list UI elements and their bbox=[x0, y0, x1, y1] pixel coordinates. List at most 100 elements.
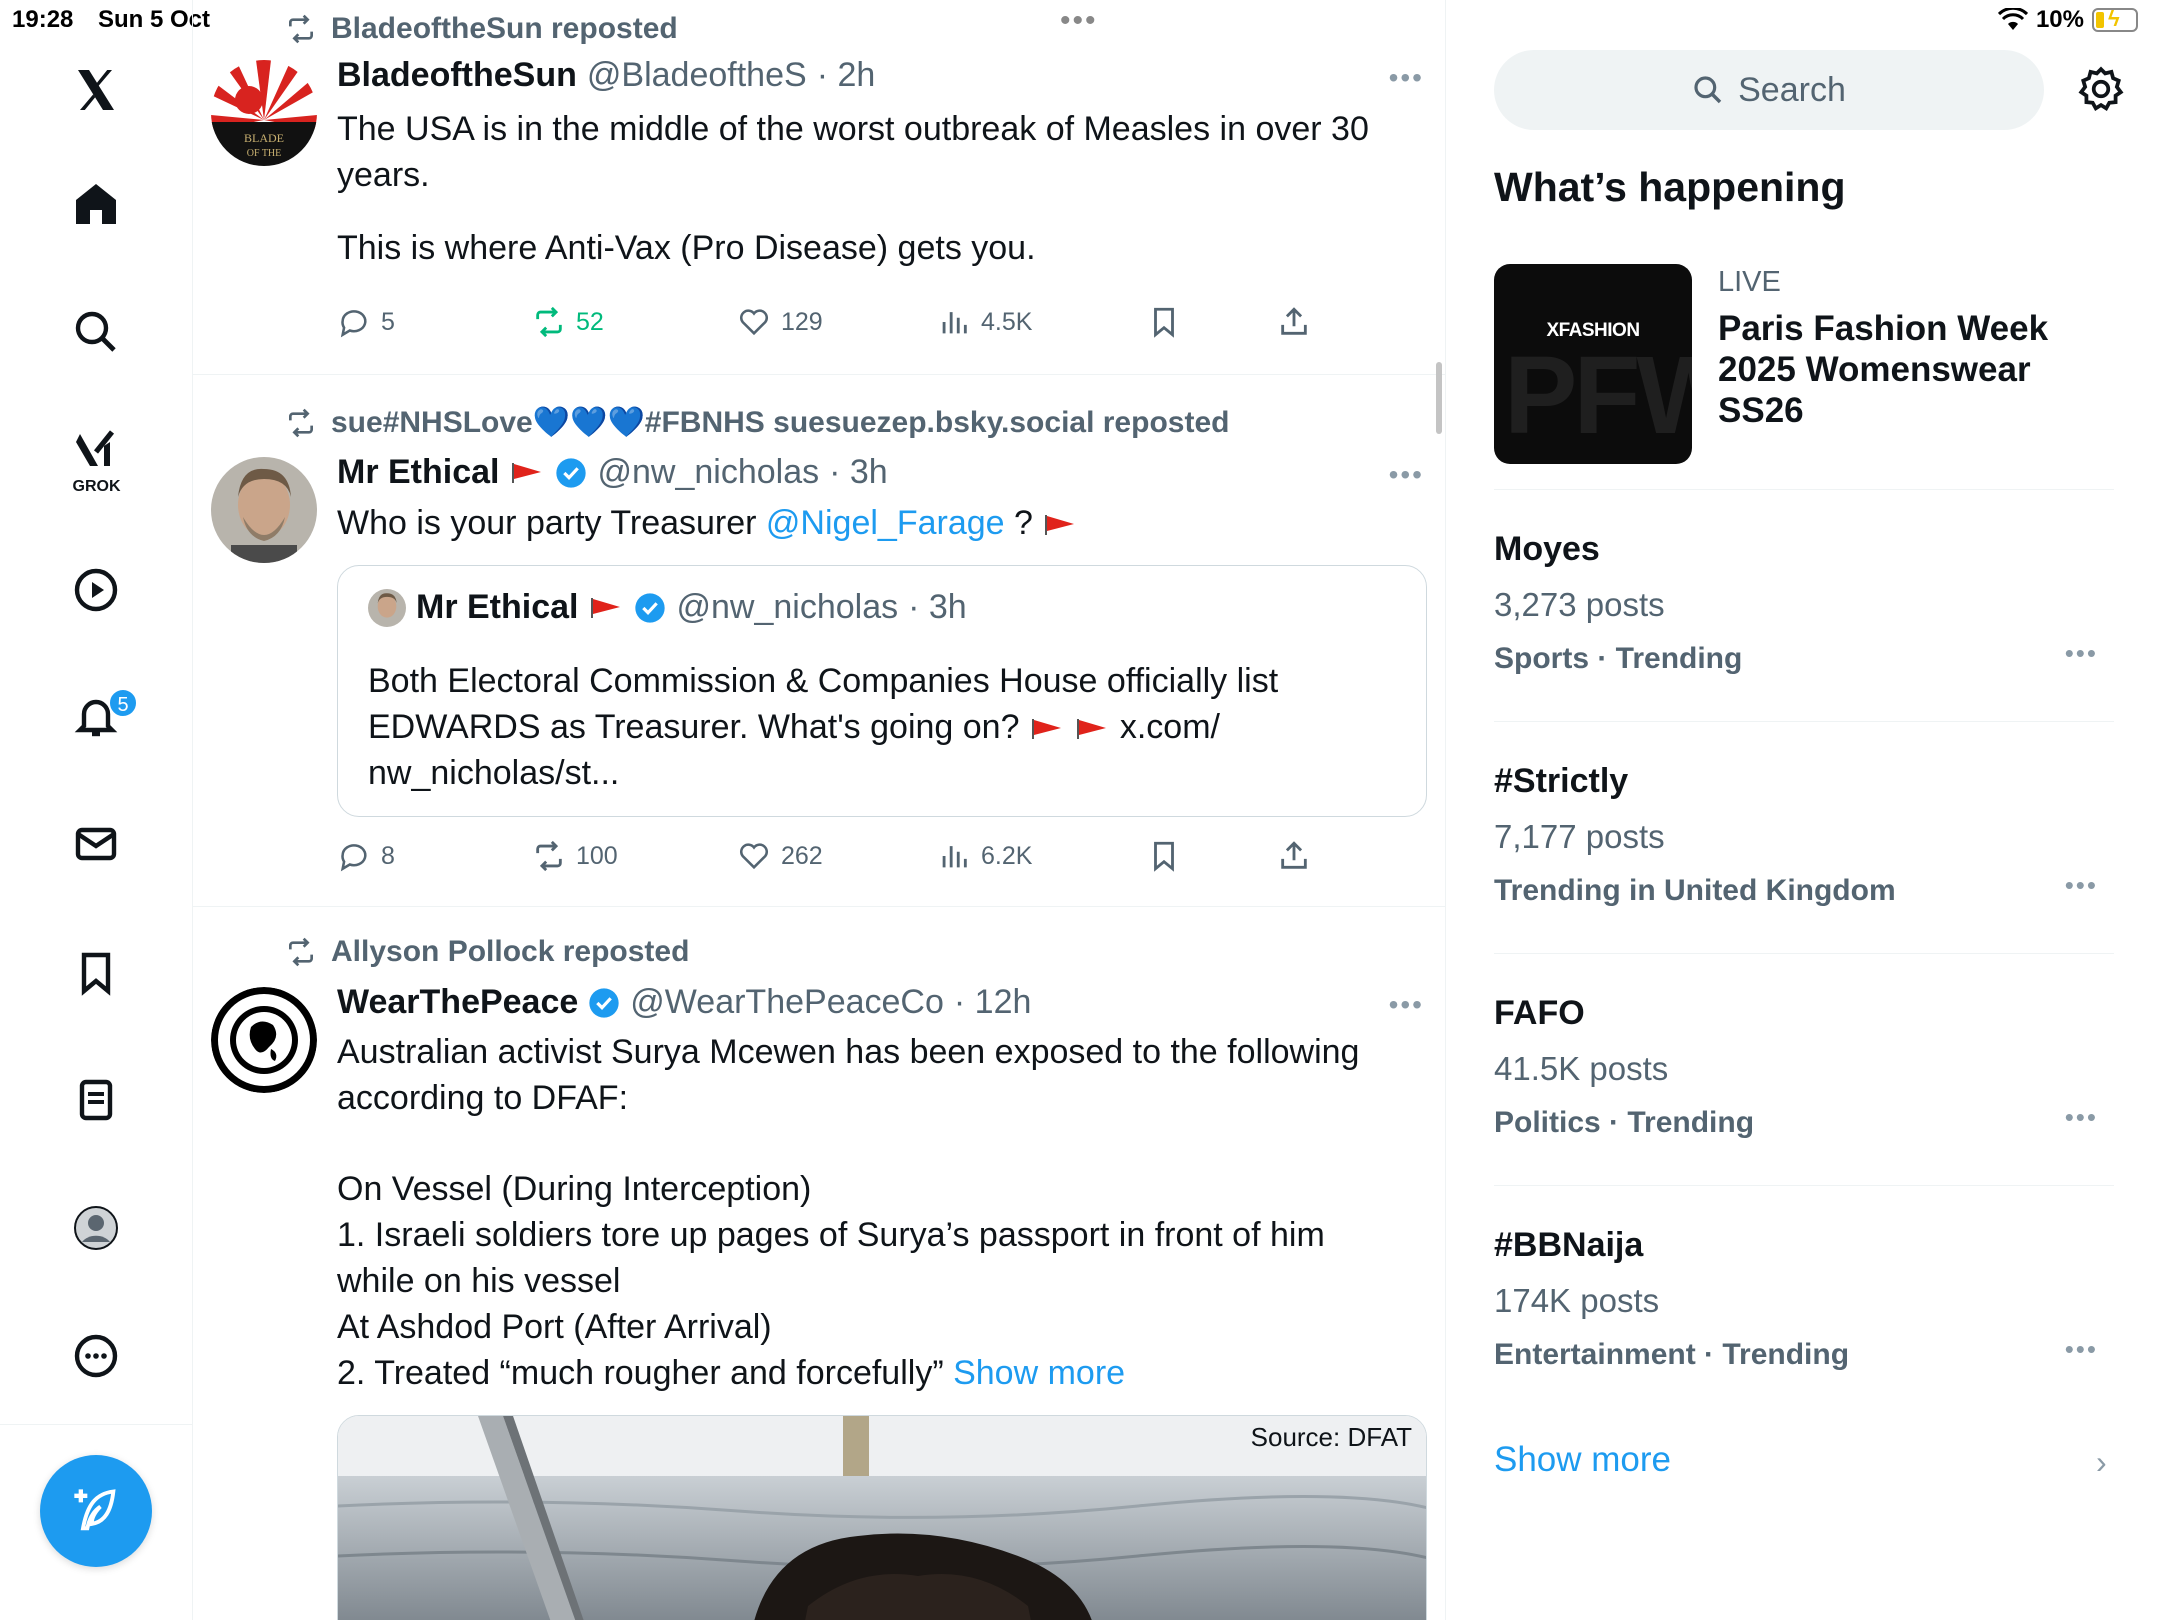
reply-icon bbox=[340, 310, 367, 338]
home-icon[interactable] bbox=[66, 174, 126, 234]
quoted-author-name: Mr Ethical bbox=[416, 588, 579, 626]
reply-button[interactable]: 5 bbox=[337, 305, 395, 339]
tweet-media[interactable]: Source: DFAT bbox=[337, 1415, 1427, 1620]
trend-item[interactable]: Moyes 3,273 posts Sports · Trending ••• bbox=[1494, 490, 2114, 722]
tweet-text: Australian activist Surya Mcewen has bee… bbox=[337, 1029, 1397, 1396]
trend-post-count: 41.5K posts bbox=[1494, 1050, 1669, 1087]
like-count: 262 bbox=[781, 841, 823, 870]
like-button[interactable]: 129 bbox=[737, 305, 823, 339]
quoted-avatar bbox=[368, 588, 406, 627]
trend-item[interactable]: FAFO 41.5K posts Politics · Trending ••• bbox=[1494, 954, 2114, 1186]
tweet-text-line: This is where Anti-Vax (Pro Disease) get… bbox=[337, 229, 1036, 267]
author-name[interactable]: BladeoftheSun bbox=[337, 56, 577, 95]
bookmark-button[interactable] bbox=[1147, 839, 1181, 873]
red-flag-icon bbox=[1077, 719, 1107, 740]
right-sidebar: Search What’s happening PFW XFASHION LIV… bbox=[1446, 0, 2160, 1620]
author-handle[interactable]: @WearThePeaceCo bbox=[630, 983, 944, 1022]
trend-category: Entertainment · Trending bbox=[1494, 1338, 1850, 1371]
repost-button[interactable]: 52 bbox=[532, 305, 604, 339]
trend-post-count: 3,273 posts bbox=[1494, 586, 1665, 623]
tweet-card[interactable]: BladeoftheSun reposted BLADE OF THE Blad… bbox=[193, 0, 1445, 375]
tweet-more-button[interactable]: ••• bbox=[1389, 989, 1424, 1021]
red-flag-icon bbox=[1045, 515, 1075, 536]
verified-icon bbox=[589, 987, 619, 1018]
search-icon bbox=[1694, 76, 1722, 104]
share-icon bbox=[1281, 841, 1307, 869]
views-icon bbox=[942, 312, 967, 334]
author-handle[interactable]: @nw_nicholas bbox=[597, 453, 819, 492]
tweet-time[interactable]: · 12h bbox=[954, 983, 1032, 1022]
tweet-more-button[interactable]: ••• bbox=[1389, 459, 1424, 491]
red-flag-icon bbox=[1031, 719, 1061, 740]
tweet-text-line: Australian activist Surya Mcewen has bee… bbox=[337, 1033, 1360, 1117]
author-name[interactable]: Mr Ethical bbox=[337, 453, 499, 492]
grok-label: GROK bbox=[72, 478, 121, 495]
section-title: What’s happening bbox=[1494, 164, 1846, 210]
repost-label: Allyson Pollock reposted bbox=[331, 935, 690, 968]
avatar[interactable] bbox=[211, 987, 317, 1093]
settings-button[interactable] bbox=[2076, 64, 2126, 114]
search-icon[interactable] bbox=[66, 302, 126, 362]
author-handle[interactable]: @BladeoftheS bbox=[587, 56, 807, 95]
video-icon[interactable] bbox=[66, 560, 126, 620]
more-icon[interactable] bbox=[66, 1326, 126, 1386]
reply-button[interactable]: 8 bbox=[337, 839, 395, 873]
mail-icon[interactable] bbox=[66, 814, 126, 874]
search-input[interactable]: Search bbox=[1494, 50, 2044, 130]
show-more-link[interactable]: Show more bbox=[953, 1354, 1125, 1392]
x-logo-icon[interactable] bbox=[66, 60, 126, 120]
trend-item[interactable]: #BBNaija 174K posts Entertainment · Tren… bbox=[1494, 1186, 2114, 1418]
share-button[interactable] bbox=[1277, 839, 1311, 873]
repost-count: 52 bbox=[576, 307, 604, 336]
trend-post-count: 7,177 posts bbox=[1494, 818, 1665, 855]
repost-icon bbox=[289, 937, 313, 967]
trend-category: Trending in United Kingdom bbox=[1494, 874, 1896, 907]
tweet-time[interactable]: · 3h bbox=[829, 453, 888, 492]
share-button[interactable] bbox=[1277, 305, 1311, 339]
like-icon bbox=[739, 309, 769, 336]
tweet-text-pre: Who is your party Treasurer bbox=[337, 504, 766, 542]
profile-icon[interactable] bbox=[66, 1198, 126, 1258]
quoted-tweet[interactable]: Mr Ethical @nw_nicholas · 3h Both Electo… bbox=[337, 565, 1427, 817]
left-nav: GROK 5 bbox=[0, 0, 193, 1620]
trend-name: FAFO bbox=[1494, 994, 1585, 1032]
trend-more-button[interactable]: ••• bbox=[2065, 870, 2098, 901]
tweet-actions: 5 52 129 4.5K bbox=[337, 305, 1337, 349]
tweet-more-button[interactable]: ••• bbox=[1389, 62, 1424, 94]
tweet-time[interactable]: · 2h bbox=[817, 56, 876, 95]
tweet-text-line: On Vessel (During Interception) bbox=[337, 1170, 812, 1208]
grok-icon[interactable] bbox=[66, 420, 126, 480]
tweet-actions: 8 100 262 6.2K bbox=[337, 839, 1337, 883]
repost-button[interactable]: 100 bbox=[532, 839, 618, 873]
compose-button[interactable] bbox=[40, 1455, 152, 1567]
repost-label: sue#NHSLove💙💙💙#FBNHS suesuezep.bsky.soci… bbox=[331, 406, 1230, 439]
views-button[interactable]: 4.5K bbox=[937, 305, 1032, 339]
trend-more-button[interactable]: ••• bbox=[2065, 638, 2098, 669]
trend-more-button[interactable]: ••• bbox=[2065, 1102, 2098, 1133]
timeline-feed: BladeoftheSun reposted BLADE OF THE Blad… bbox=[193, 0, 1446, 1620]
reply-icon bbox=[340, 844, 367, 872]
trend-more-button[interactable]: ••• bbox=[2065, 1334, 2098, 1365]
tweet-card[interactable]: sue#NHSLove💙💙💙#FBNHS suesuezep.bsky.soci… bbox=[193, 375, 1445, 907]
avatar[interactable] bbox=[211, 457, 317, 563]
feed-scrollbar[interactable] bbox=[1436, 362, 1442, 434]
trend-item[interactable]: #Strictly 7,177 posts Trending in United… bbox=[1494, 722, 2114, 954]
like-button[interactable]: 262 bbox=[737, 839, 823, 873]
tweet-text-line: At Ashdod Port (After Arrival) bbox=[337, 1308, 772, 1346]
lists-icon[interactable] bbox=[66, 1070, 126, 1130]
thumbnail-text: PFW bbox=[1504, 334, 1692, 457]
mention-link[interactable]: @Nigel_Farage bbox=[766, 504, 1005, 542]
trend-name: #Strictly bbox=[1494, 762, 1629, 800]
views-count: 6.2K bbox=[981, 841, 1033, 870]
avatar[interactable]: BLADE OF THE bbox=[211, 60, 317, 166]
live-event-card[interactable]: PFW XFASHION LIVE Paris Fashion Week 202… bbox=[1494, 264, 2114, 490]
share-icon bbox=[1281, 307, 1307, 335]
author-name[interactable]: WearThePeace bbox=[337, 983, 578, 1022]
bookmark-icon bbox=[1154, 307, 1174, 338]
views-button[interactable]: 6.2K bbox=[937, 839, 1032, 873]
tweet-card[interactable]: Allyson Pollock reposted WearThePeace @W… bbox=[193, 907, 1445, 1620]
repost-icon bbox=[289, 408, 313, 437]
show-more-trends-link[interactable]: Show more bbox=[1494, 1440, 1671, 1480]
bookmark-icon[interactable] bbox=[66, 943, 126, 1003]
bookmark-button[interactable] bbox=[1147, 305, 1181, 339]
